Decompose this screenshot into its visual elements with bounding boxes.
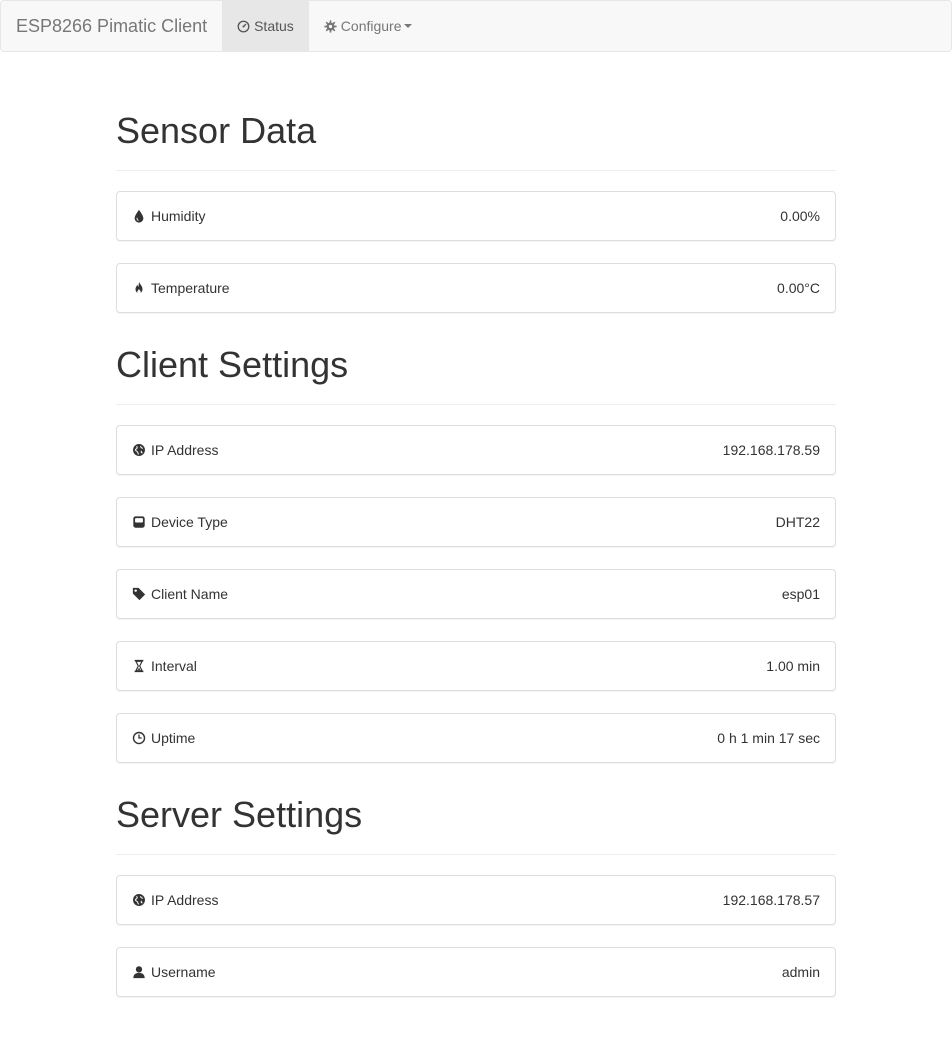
device-type-value: DHT22: [775, 514, 820, 530]
humidity-label: Humidity: [151, 208, 206, 224]
tint-icon: [134, 209, 144, 223]
tag-icon: [132, 587, 146, 601]
client-ip-value: 192.168.178.59: [722, 442, 820, 458]
interval-value: 1.00 min: [766, 658, 820, 674]
server-ip-panel: IP Address 192.168.178.57: [116, 875, 836, 925]
device-type-label: Device Type: [151, 514, 228, 530]
clock-icon: [132, 731, 146, 745]
username-panel: Username admin: [116, 947, 836, 997]
temperature-value: 0.00°C: [777, 280, 820, 296]
server-ip-value: 192.168.178.57: [722, 892, 820, 908]
uptime-value: 0 h 1 min 17 sec: [717, 730, 820, 746]
hourglass-icon: [134, 659, 144, 673]
humidity-panel: Humidity 0.00%: [116, 191, 836, 241]
client-ip-panel: IP Address 192.168.178.59: [116, 425, 836, 475]
client-settings-heading: Client Settings: [116, 345, 836, 405]
temperature-panel: Temperature 0.00°C: [116, 263, 836, 313]
server-settings-heading: Server Settings: [116, 795, 836, 855]
globe-icon: [133, 444, 145, 456]
main-container: Sensor Data Humidity 0.00% Temperature 0…: [116, 0, 836, 1019]
user-icon: [133, 966, 145, 979]
client-name-value: esp01: [781, 586, 820, 602]
uptime-panel: Uptime 0 h 1 min 17 sec: [116, 713, 836, 763]
client-name-label: Client Name: [151, 586, 229, 602]
username-label: Username: [151, 964, 216, 980]
server-ip-label: IP Address: [151, 892, 219, 908]
sensor-data-heading: Sensor Data: [116, 111, 836, 171]
username-value: admin: [781, 964, 820, 980]
temperature-label: Temperature: [151, 280, 230, 296]
client-ip-label: IP Address: [151, 442, 219, 458]
globe-icon: [133, 894, 145, 906]
fire-icon: [135, 281, 143, 294]
interval-label: Interval: [151, 658, 197, 674]
humidity-value: 0.00%: [780, 208, 820, 224]
client-name-panel: Client Name esp01: [116, 569, 836, 619]
device-type-panel: Device Type DHT22: [116, 497, 836, 547]
hdd-icon: [133, 516, 145, 528]
uptime-label: Uptime: [151, 730, 196, 746]
interval-panel: Interval 1.00 min: [116, 641, 836, 691]
